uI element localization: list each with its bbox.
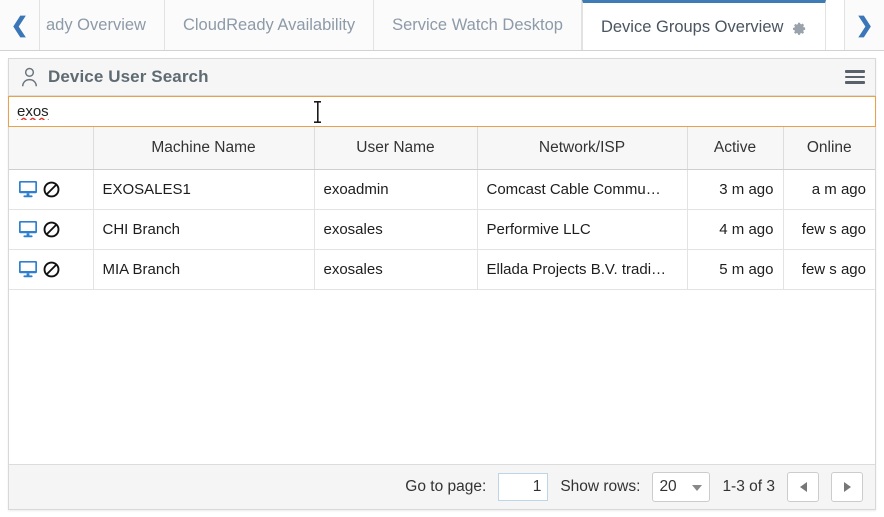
user-icon [20,67,39,87]
cell-network-isp: Performive LLC [477,209,688,250]
monitor-icon[interactable] [18,220,38,238]
panel-title: Device User Search [48,67,209,86]
pagination-footer: Go to page: Show rows: 20 1-3 of 3 [9,464,875,509]
search-input[interactable] [9,97,875,126]
cell-online: few s ago [783,209,875,250]
cell-online: few s ago [783,249,875,290]
monitor-icon[interactable] [18,180,38,198]
tab-label: Device Groups Overview [600,17,784,36]
tab-bar: ❮ ady Overview CloudReady Availability S… [0,0,884,51]
previous-page-button[interactable] [787,472,819,502]
table-header-row: Machine Name User Name Network/ISP Activ… [9,127,875,170]
cell-active: 4 m ago [687,209,784,250]
tab-label: Service Watch Desktop [392,15,563,34]
chevron-down-icon [692,485,703,491]
triangle-right-icon [843,482,851,492]
device-user-table: Machine Name User Name Network/ISP Activ… [9,127,875,290]
rows-per-page-select[interactable]: 20 [652,472,711,502]
blocked-icon[interactable] [43,221,60,238]
tab-device-groups-overview[interactable]: Device Groups Overview [581,0,827,50]
blocked-icon[interactable] [43,261,60,278]
blocked-icon[interactable] [43,181,60,198]
panel-header: Device User Search [9,59,875,96]
tab-label: ady Overview [46,15,146,34]
icon-pair [18,180,84,198]
tab-service-watch-desktop[interactable]: Service Watch Desktop [374,0,582,50]
column-header-online[interactable]: Online [783,127,875,170]
tabs-strip: ady Overview CloudReady Availability Ser… [40,0,844,50]
cell-user-name: exosales [314,249,478,290]
row-status-icons-cell [9,249,94,290]
chevron-left-icon: ❮ [10,13,29,37]
hamburger-menu-icon[interactable] [845,69,865,85]
goto-page-label: Go to page: [405,478,487,495]
column-header-network-isp[interactable]: Network/ISP [477,127,688,170]
search-field-container[interactable] [8,96,876,127]
icon-pair [18,260,84,278]
column-header-machine-name[interactable]: Machine Name [93,127,315,170]
column-header-active[interactable]: Active [687,127,784,170]
tab-scroll-right-button[interactable]: ❯ [844,0,884,50]
page-number-input[interactable] [498,473,549,501]
rows-per-page-value: 20 [659,478,677,495]
table-row[interactable]: MIA Branch exosales Ellada Projects B.V.… [9,249,875,290]
tab-cloudready-availability[interactable]: CloudReady Availability [164,0,375,50]
cell-active: 5 m ago [687,249,784,290]
table-row[interactable]: CHI Branch exosales Performive LLC 4 m a… [9,209,875,250]
column-header-icons[interactable] [9,127,94,170]
cell-user-name: exoadmin [314,169,478,210]
triangle-left-icon [799,482,807,492]
cell-machine-name: EXOSALES1 [93,169,315,210]
next-page-button[interactable] [831,472,863,502]
cell-online: a m ago [783,169,875,210]
chevron-right-icon: ❯ [855,13,874,37]
device-user-search-panel: Device User Search exos Machine Name Use… [8,58,876,510]
hamburger-bar [845,75,865,79]
gear-icon[interactable] [792,21,807,36]
cell-network-isp: Comcast Cable Commu… [477,169,688,210]
tab-ready-overview[interactable]: ady Overview [40,0,165,50]
result-range-label: 1-3 of 3 [722,478,775,495]
table-body: EXOSALES1 exoadmin Comcast Cable Commu… … [9,169,875,290]
tab-scroll-left-button[interactable]: ❮ [0,0,40,50]
hamburger-bar [845,81,865,84]
table-row[interactable]: EXOSALES1 exoadmin Comcast Cable Commu… … [9,169,875,210]
cell-network-isp: Ellada Projects B.V. tradi… [477,249,688,290]
show-rows-label: Show rows: [560,478,641,495]
tab-label: CloudReady Availability [182,15,356,34]
hamburger-bar [845,70,865,73]
monitor-icon[interactable] [18,260,38,278]
cell-active: 3 m ago [687,169,784,210]
row-status-icons-cell [9,209,94,250]
cell-user-name: exosales [314,209,478,250]
column-header-user-name[interactable]: User Name [314,127,478,170]
cell-machine-name: CHI Branch [93,209,315,250]
results-table-area: Machine Name User Name Network/ISP Activ… [9,127,875,464]
row-status-icons-cell [9,169,94,210]
icon-pair [18,220,84,238]
cell-machine-name: MIA Branch [93,249,315,290]
